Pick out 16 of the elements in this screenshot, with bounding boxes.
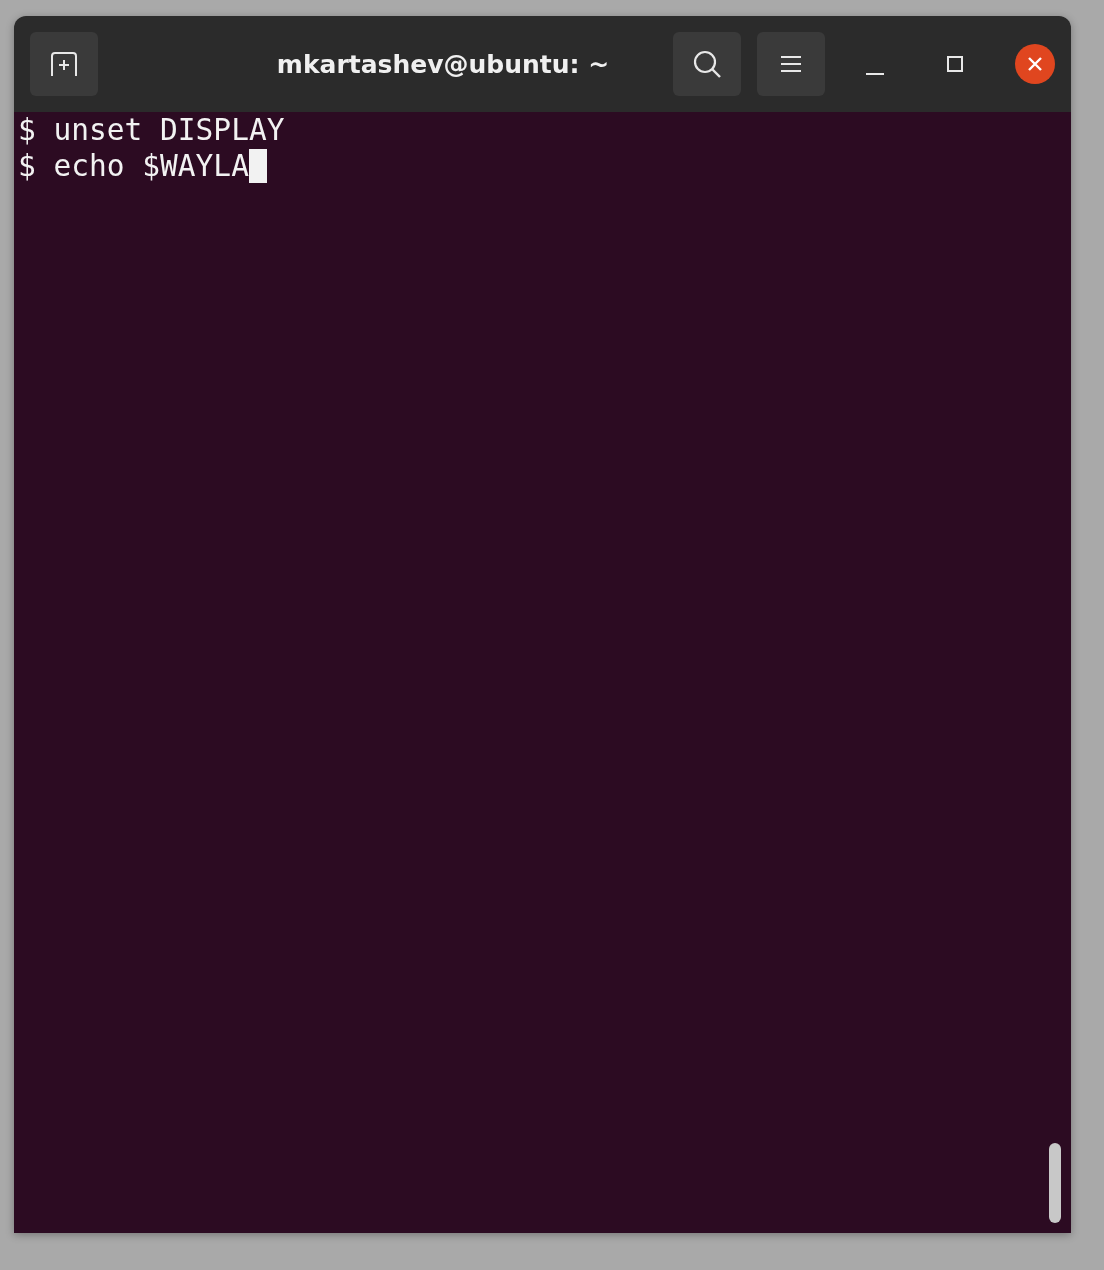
window-title: mkartashev@ubuntu: ~ bbox=[275, 49, 611, 79]
new-tab-icon bbox=[49, 51, 79, 77]
minimize-icon bbox=[866, 72, 884, 76]
scrollbar-thumb[interactable] bbox=[1049, 1143, 1061, 1223]
close-button[interactable] bbox=[1015, 44, 1055, 84]
terminal-area[interactable]: $ unset DISPLAY $ echo $WAYLA bbox=[14, 112, 1071, 1233]
search-icon bbox=[692, 49, 722, 79]
menu-icon bbox=[780, 55, 802, 73]
terminal-line: $ unset DISPLAY bbox=[18, 112, 285, 148]
close-icon bbox=[1027, 56, 1043, 72]
terminal-line: $ echo $WAYLA bbox=[18, 148, 249, 184]
new-tab-button[interactable] bbox=[30, 32, 98, 96]
maximize-icon bbox=[947, 56, 963, 72]
text-cursor bbox=[248, 149, 267, 183]
menu-button[interactable] bbox=[757, 32, 825, 96]
search-button[interactable] bbox=[673, 32, 741, 96]
